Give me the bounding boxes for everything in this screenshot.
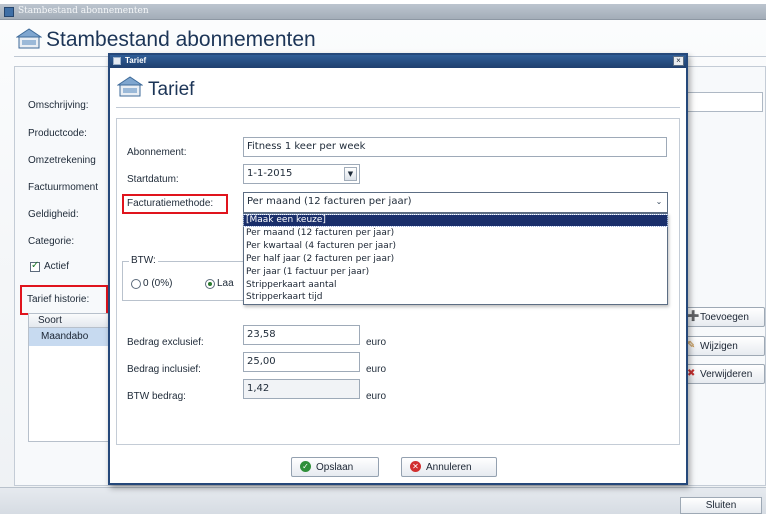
btw-bedrag-label: BTW bedrag: (127, 391, 186, 402)
dropdown-option[interactable]: Per jaar (1 factuur per jaar) (244, 267, 667, 278)
abonnement-input[interactable]: Fitness 1 keer per week (243, 137, 667, 157)
startdatum-picker[interactable]: 1-1-2015 ▼ (243, 164, 360, 184)
bedrag-inclusief-label: Bedrag inclusief: (127, 364, 201, 375)
bedrag-exclusief-input[interactable]: 23,58 (243, 325, 360, 345)
dropdown-option[interactable]: Stripperkaart aantal (244, 280, 667, 291)
currency-label: euro (366, 391, 387, 402)
calendar-dropdown-icon[interactable]: ▼ (344, 167, 357, 181)
gym-building-icon (117, 76, 143, 97)
geldigheid-label: Geldigheid: (28, 209, 79, 220)
cancel-button-label: Annuleren (426, 462, 472, 473)
btw-legend: BTW: (129, 255, 158, 266)
bedrag-inclusief-input[interactable]: 25,00 (243, 352, 360, 372)
background-window-titlebar: Stambestand abonnementen (0, 4, 766, 20)
page-title: Stambestand abonnementen (46, 28, 316, 51)
dialog-window-title: Tarief (125, 56, 147, 65)
actief-checkbox[interactable] (30, 260, 40, 272)
startdatum-label: Startdatum: (127, 174, 179, 185)
facturatie-label: Facturatiemethode: (127, 198, 214, 209)
omzetrekening-label: Omzetrekening (28, 155, 96, 166)
actief-label: Actief (44, 261, 70, 272)
add-icon: ➕ (687, 311, 700, 322)
btw-radio-0[interactable] (131, 279, 141, 289)
tarief-table-body (28, 346, 110, 442)
delete-icon: ✖ (687, 368, 696, 379)
delete-tarief-button[interactable]: ✖ Verwijderen (683, 364, 765, 384)
close-icon[interactable]: × (673, 56, 684, 66)
add-tarief-button[interactable]: ➕ Toevoegen (683, 307, 765, 327)
factuurmoment-label: Factuurmoment (28, 182, 99, 193)
startdatum-value: 1-1-2015 (247, 168, 293, 179)
categorie-label: Categorie: (28, 236, 75, 247)
chevron-down-icon[interactable]: ⌄ (653, 196, 665, 209)
tarief-dialog: Tarief × Tarief Abonnement: Fitness 1 ke… (108, 53, 688, 485)
facturatie-select[interactable]: Per maand (12 facturen per jaar) ⌄ (243, 192, 668, 213)
omschrijving-label: Omschrijving: (28, 100, 89, 111)
dropdown-option[interactable]: Per maand (12 facturen per jaar) (244, 228, 667, 239)
dropdown-option[interactable]: Stripperkaart tijd (244, 292, 667, 303)
cancel-button[interactable]: ✕ Annuleren (401, 457, 497, 477)
dialog-header-divider (116, 107, 680, 108)
pencil-icon: ✎ (687, 340, 696, 351)
dropdown-option[interactable]: Per half jaar (2 facturen per jaar) (244, 254, 667, 265)
btw-bedrag-readonly: 1,42 (243, 379, 360, 399)
close-window-button[interactable]: Sluiten (680, 497, 762, 514)
currency-label: euro (366, 364, 387, 375)
btw-option-0-label: 0 (0%) (143, 278, 173, 289)
bedrag-exclusief-label: Bedrag exclusief: (127, 337, 204, 348)
abonnement-label: Abonnement: (127, 147, 187, 158)
btw-radio-laag[interactable] (205, 279, 215, 289)
save-button[interactable]: ✓ Opslaan (291, 457, 379, 477)
save-button-label: Opslaan (316, 462, 354, 473)
dropdown-option[interactable]: [Maak een keuze] (243, 214, 668, 227)
dialog-title: Tarief (148, 79, 195, 100)
edit-button-label: Wijzigen (700, 341, 738, 352)
facturatie-dropdown-list: [Maak een keuze] Per maand (12 facturen … (243, 213, 668, 305)
tarief-historie-label: Tarief historie: (27, 294, 90, 305)
currency-label: euro (366, 337, 387, 348)
column-header-soort: Soort (38, 315, 62, 326)
check-icon: ✓ (300, 461, 311, 472)
background-window-title: Stambestand abonnementen (18, 6, 149, 16)
dialog-button-bar (110, 450, 686, 483)
gym-building-icon (16, 28, 42, 49)
delete-button-label: Verwijderen (700, 369, 753, 380)
dialog-app-icon (113, 57, 121, 65)
cancel-icon: ✕ (410, 461, 421, 472)
productcode-label: Productcode: (28, 128, 87, 139)
dropdown-option[interactable]: Per kwartaal (4 facturen per jaar) (244, 241, 667, 252)
background-footer-bar (0, 487, 766, 514)
btw-option-1-label: Laa (217, 278, 234, 289)
table-cell-soort: Maandabo (41, 331, 89, 342)
tarief-table-header[interactable]: Soort (28, 313, 110, 328)
omschrijving-input[interactable] (683, 92, 763, 112)
table-row[interactable]: Maandabo (28, 328, 110, 346)
add-button-label: Toevoegen (700, 312, 749, 323)
dialog-titlebar[interactable]: Tarief × (110, 55, 686, 68)
app-icon (4, 7, 14, 17)
edit-tarief-button[interactable]: ✎ Wijzigen (683, 336, 765, 356)
facturatie-value: Per maand (12 facturen per jaar) (247, 196, 412, 207)
